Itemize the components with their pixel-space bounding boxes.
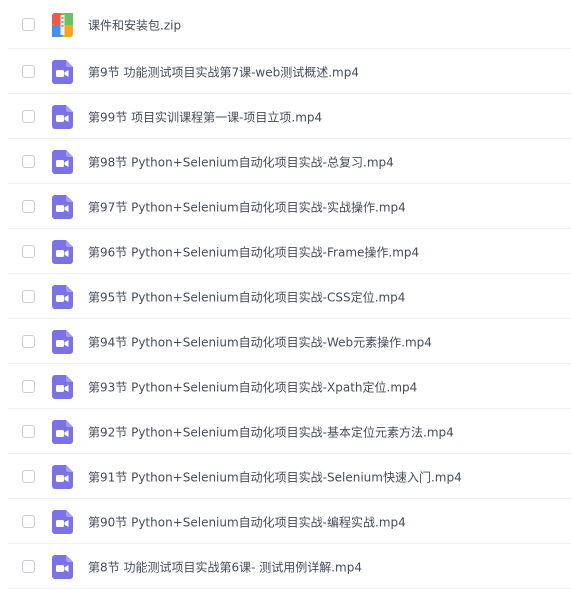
file-row[interactable]: 第98节 Python+Selenium自动化项目实战-总复习.mp4 — [0, 139, 571, 184]
video-file-icon — [52, 149, 73, 174]
row-checkbox[interactable] — [22, 17, 35, 31]
row-checkbox[interactable] — [22, 289, 35, 303]
video-file-icon — [52, 374, 73, 399]
row-checkbox[interactable] — [22, 109, 35, 123]
file-name[interactable]: 第97节 Python+Selenium自动化项目实战-实战操作.mp4 — [88, 198, 406, 215]
file-row[interactable]: 第94节 Python+Selenium自动化项目实战-Web元素操作.mp4 — [0, 319, 571, 364]
video-file-icon — [52, 194, 73, 219]
file-row[interactable]: 第92节 Python+Selenium自动化项目实战-基本定位元素方法.mp4 — [0, 409, 571, 454]
file-name[interactable]: 第91节 Python+Selenium自动化项目实战-Selenium快速入门… — [88, 468, 462, 485]
file-name[interactable]: 第99节 项目实训课程第一课-项目立项.mp4 — [88, 108, 322, 125]
file-row[interactable]: 第97节 Python+Selenium自动化项目实战-实战操作.mp4 — [0, 184, 571, 229]
row-checkbox[interactable] — [22, 469, 35, 483]
file-row[interactable]: 第9节 功能测试项目实战第7课-web测试概述.mp4 — [0, 49, 571, 94]
file-name[interactable]: 第95节 Python+Selenium自动化项目实战-CSS定位.mp4 — [88, 288, 405, 305]
video-file-icon — [52, 329, 73, 354]
file-name[interactable]: 第92节 Python+Selenium自动化项目实战-基本定位元素方法.mp4 — [88, 423, 454, 440]
file-row[interactable]: 第95节 Python+Selenium自动化项目实战-CSS定位.mp4 — [0, 274, 571, 319]
file-name[interactable]: 第98节 Python+Selenium自动化项目实战-总复习.mp4 — [88, 153, 394, 170]
zip-archive-icon — [52, 12, 73, 37]
row-checkbox[interactable] — [22, 199, 35, 213]
video-file-icon — [52, 419, 73, 444]
row-checkbox[interactable] — [22, 64, 35, 78]
file-list: 课件和安装包.zip 第9节 功能测试项目实战第7课-web测试概述.mp4 第… — [0, 0, 571, 589]
file-name[interactable]: 课件和安装包.zip — [88, 16, 181, 33]
file-row[interactable]: 第91节 Python+Selenium自动化项目实战-Selenium快速入门… — [0, 454, 571, 499]
video-file-icon — [52, 59, 73, 84]
file-row[interactable]: 第93节 Python+Selenium自动化项目实战-Xpath定位.mp4 — [0, 364, 571, 409]
row-checkbox[interactable] — [22, 154, 35, 168]
video-file-icon — [52, 464, 73, 489]
file-name[interactable]: 第9节 功能测试项目实战第7课-web测试概述.mp4 — [88, 63, 359, 80]
file-name[interactable]: 第94节 Python+Selenium自动化项目实战-Web元素操作.mp4 — [88, 333, 432, 350]
file-name[interactable]: 第96节 Python+Selenium自动化项目实战-Frame操作.mp4 — [88, 243, 419, 260]
file-row[interactable]: 第8节 功能测试项目实战第6课- 测试用例详解.mp4 — [0, 544, 571, 589]
file-row[interactable]: 第99节 项目实训课程第一课-项目立项.mp4 — [0, 94, 571, 139]
video-file-icon — [52, 239, 73, 264]
file-row-zip[interactable]: 课件和安装包.zip — [0, 0, 571, 49]
video-file-icon — [52, 104, 73, 129]
file-name[interactable]: 第93节 Python+Selenium自动化项目实战-Xpath定位.mp4 — [88, 378, 417, 395]
row-checkbox[interactable] — [22, 424, 35, 438]
video-file-icon — [52, 554, 73, 579]
file-row[interactable]: 第96节 Python+Selenium自动化项目实战-Frame操作.mp4 — [0, 229, 571, 274]
video-file-icon — [52, 284, 73, 309]
file-name[interactable]: 第90节 Python+Selenium自动化项目实战-编程实战.mp4 — [88, 513, 406, 530]
row-checkbox[interactable] — [22, 514, 35, 528]
file-name[interactable]: 第8节 功能测试项目实战第6课- 测试用例详解.mp4 — [88, 558, 362, 575]
row-checkbox[interactable] — [22, 244, 35, 258]
video-file-icon — [52, 509, 73, 534]
row-checkbox[interactable] — [22, 379, 35, 393]
file-row[interactable]: 第90节 Python+Selenium自动化项目实战-编程实战.mp4 — [0, 499, 571, 544]
row-checkbox[interactable] — [22, 559, 35, 573]
row-checkbox[interactable] — [22, 334, 35, 348]
